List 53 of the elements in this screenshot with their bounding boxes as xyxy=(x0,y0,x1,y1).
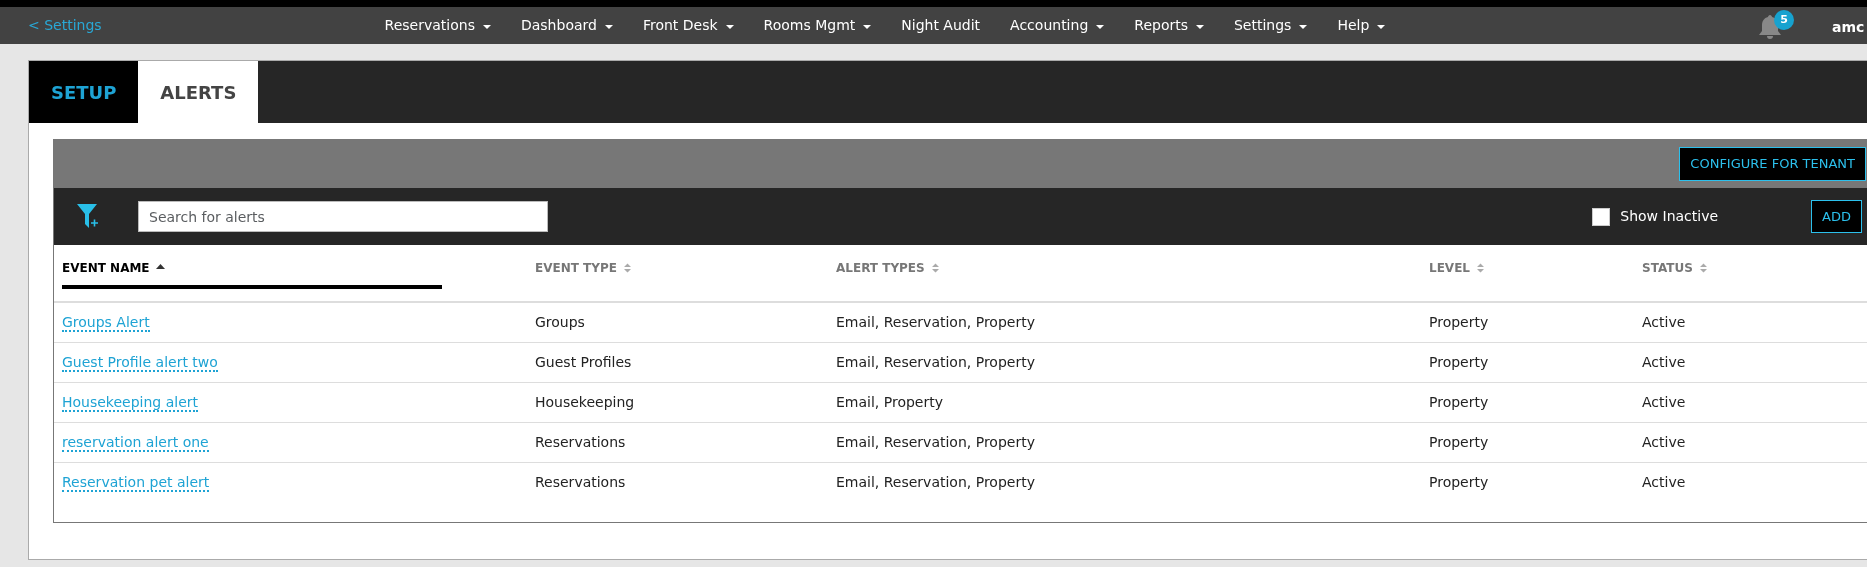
nav-menu-item[interactable]: Night Audit xyxy=(901,15,981,36)
nav-menu-item[interactable]: Reservations xyxy=(384,15,491,36)
table-cell: Property xyxy=(1429,434,1489,450)
caret-icon xyxy=(1299,25,1308,29)
table-cell: Email, Reservation, Property xyxy=(836,474,1035,490)
table-cell: Reservations xyxy=(535,434,626,450)
search-field[interactable]: Search for alerts xyxy=(138,201,548,232)
bell-icon[interactable] xyxy=(1757,13,1783,41)
table-cell: Groups xyxy=(535,314,585,330)
table-cell: Active xyxy=(1642,474,1686,490)
column-header[interactable]: EVENT NAME xyxy=(62,259,442,289)
table-cell: Email, Property xyxy=(836,394,943,410)
nav-menu-item[interactable]: Settings xyxy=(1234,15,1308,36)
caret-icon xyxy=(1377,25,1386,29)
tab[interactable]: ALERTS xyxy=(138,61,259,123)
notification-badge: 5 xyxy=(1774,10,1794,30)
nav-menu-item[interactable]: Help xyxy=(1337,15,1386,36)
table-cell: Property xyxy=(1429,474,1489,490)
caret-icon xyxy=(604,25,613,29)
nav-menu-item[interactable]: Dashboard xyxy=(520,15,613,36)
configure-button[interactable]: CONFIGURE FOR TENANT xyxy=(1679,147,1866,181)
caret-icon xyxy=(1096,25,1105,29)
checkbox-label: Show Inactive xyxy=(1620,207,1719,226)
caret-icon xyxy=(863,25,872,29)
column-header[interactable]: STATUS xyxy=(1642,259,1708,289)
table-cell: Email, Reservation, Property xyxy=(836,434,1035,450)
table-cell: Active xyxy=(1642,354,1686,370)
nav-menu-item[interactable]: Rooms Mgmt xyxy=(763,15,872,36)
tab[interactable]: SETUP xyxy=(29,61,139,123)
table-cell: Active xyxy=(1642,394,1686,410)
user-name[interactable]: amc xyxy=(1832,17,1865,38)
table-cell: Property xyxy=(1429,394,1489,410)
table-cell: Guest Profiles xyxy=(535,354,632,370)
table-cell: Property xyxy=(1429,314,1489,330)
table-cell: Housekeeping xyxy=(535,394,635,410)
caret-icon xyxy=(1196,25,1204,29)
nav-menu-item[interactable]: Front Desk xyxy=(642,15,734,36)
back-link[interactable]: < Settings xyxy=(28,15,102,36)
table-cell: Email, Reservation, Property xyxy=(836,314,1035,330)
table-cell: Active xyxy=(1642,434,1686,450)
column-header[interactable]: ALERT TYPES xyxy=(836,259,940,289)
nav-menu-item[interactable]: Accounting xyxy=(1010,15,1105,36)
table-cell: Property xyxy=(1429,354,1489,370)
table-cell: Email, Reservation, Property xyxy=(836,354,1035,370)
nav-menu-item[interactable]: Reports xyxy=(1134,15,1204,36)
column-header[interactable]: EVENT TYPE xyxy=(535,259,632,289)
caret-icon xyxy=(482,25,491,29)
table-cell: Reservations xyxy=(535,474,626,490)
caret-icon xyxy=(725,25,734,29)
checkbox[interactable] xyxy=(1592,207,1611,226)
table-cell: Active xyxy=(1642,314,1686,330)
column-header[interactable]: LEVEL xyxy=(1429,259,1485,289)
add-button[interactable]: ADD xyxy=(1811,199,1862,234)
